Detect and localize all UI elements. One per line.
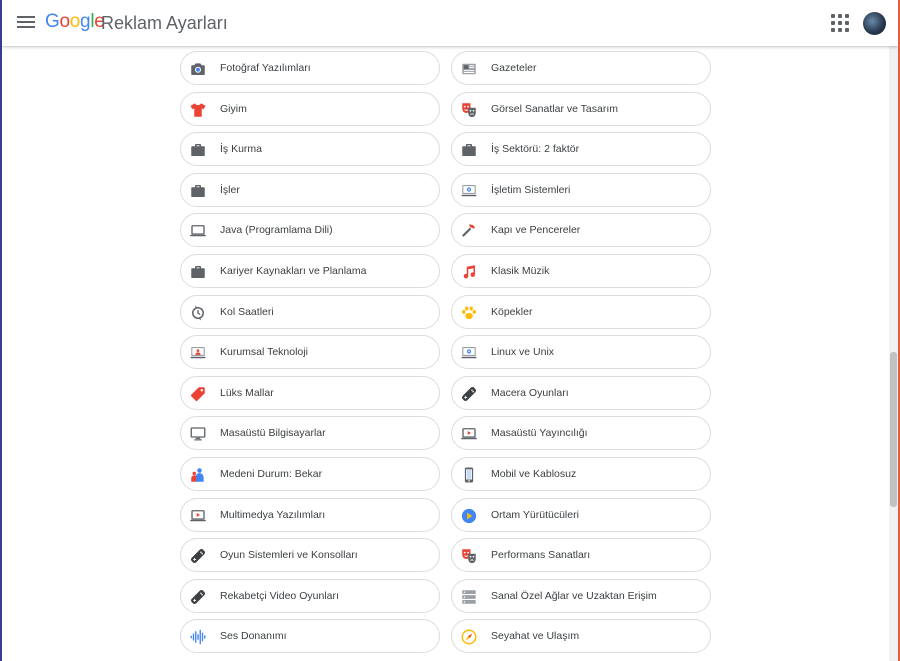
briefcase-icon xyxy=(189,182,207,200)
topic-label: Kol Saatleri xyxy=(220,306,274,318)
topic-chip[interactable]: Medeni Durum: Bekar xyxy=(180,457,440,491)
topic-chip[interactable]: Masaüstü Yayıncılığı xyxy=(451,416,711,450)
topic-label: Klasik Müzik xyxy=(491,265,550,277)
topic-chip[interactable]: Multimedya Yazılımları xyxy=(180,498,440,532)
compass-icon xyxy=(460,628,478,646)
topic-chip[interactable]: İş Kurma xyxy=(180,132,440,166)
theater-masks-icon xyxy=(460,101,478,119)
avatar[interactable] xyxy=(863,12,886,35)
server-icon xyxy=(460,588,478,606)
gamepad-icon xyxy=(460,385,478,403)
topic-label: Köpekler xyxy=(491,306,533,318)
soundwave-icon xyxy=(189,628,207,646)
topic-label: Lüks Mallar xyxy=(220,387,274,399)
topic-chip[interactable]: Kapı ve Pencereler xyxy=(451,213,711,247)
topic-label: Mobil ve Kablosuz xyxy=(491,468,577,480)
computer-person-icon xyxy=(189,344,207,362)
topic-label: Gazeteler xyxy=(491,62,537,74)
topic-label: Kurumsal Teknoloji xyxy=(220,346,308,358)
music-note-icon xyxy=(460,263,478,281)
newspaper-icon xyxy=(460,60,478,78)
gamepad-icon xyxy=(189,547,207,565)
page-title: Reklam Ayarları xyxy=(101,13,228,33)
monitor-icon xyxy=(189,425,207,443)
scrollbar-thumb[interactable] xyxy=(890,352,897,507)
topic-chip[interactable]: Seyahat ve Ulaşım xyxy=(451,619,711,653)
topic-label: İş Sektörü: 2 faktör xyxy=(491,143,580,155)
laptop-icon xyxy=(189,222,207,240)
topic-label: Java (Programlama Dili) xyxy=(220,224,333,236)
topic-chip[interactable]: Kurumsal Teknoloji xyxy=(180,335,440,369)
topic-label: Multimedya Yazılımları xyxy=(220,509,326,521)
topic-chip[interactable]: Rekabetçi Video Oyunları xyxy=(180,579,440,613)
google-logo[interactable]: Google xyxy=(45,11,105,33)
topic-label: Masaüstü Yayıncılığı xyxy=(491,427,588,439)
topic-label: Görsel Sanatlar ve Tasarım xyxy=(491,103,619,115)
menu-icon[interactable] xyxy=(16,13,36,33)
topic-chip[interactable]: Gazeteler xyxy=(451,51,711,85)
play-circle-icon xyxy=(460,507,478,525)
topic-chip[interactable]: Klasik Müzik xyxy=(451,254,711,288)
watch-icon xyxy=(189,304,207,322)
tag-icon xyxy=(189,385,207,403)
topic-chip[interactable]: Ortam Yürütücüleri xyxy=(451,498,711,532)
briefcase-icon xyxy=(189,263,207,281)
topic-label: Medeni Durum: Bekar xyxy=(220,468,323,480)
topic-chip[interactable]: Kariyer Kaynakları ve Planlama xyxy=(180,254,440,288)
topic-label: İş Kurma xyxy=(220,143,263,155)
topic-label: Sanal Özel Ağlar ve Uzaktan Erişim xyxy=(491,590,657,602)
hammer-icon xyxy=(460,222,478,240)
phone-icon xyxy=(460,466,478,484)
topic-chip[interactable]: Linux ve Unix xyxy=(451,335,711,369)
topic-label: Giyim xyxy=(220,103,247,115)
topic-chip[interactable]: Mobil ve Kablosuz xyxy=(451,457,711,491)
topic-label: Ortam Yürütücüleri xyxy=(491,509,579,521)
topic-label: İşler xyxy=(220,184,240,196)
topic-label: Oyun Sistemleri ve Konsolları xyxy=(220,549,358,561)
topic-chip[interactable]: Giyim xyxy=(180,92,440,126)
browser-window: Google Reklam Ayarları Fotoğraf Yazılıml… xyxy=(2,0,898,661)
topic-chip[interactable]: Macera Oyunları xyxy=(451,376,711,410)
topic-label: Rekabetçi Video Oyunları xyxy=(220,590,339,602)
topic-chip[interactable]: İşletim Sistemleri xyxy=(451,173,711,207)
topic-chip[interactable]: Görsel Sanatlar ve Tasarım xyxy=(451,92,711,126)
gamepad-icon xyxy=(189,588,207,606)
topic-chip[interactable]: Lüks Mallar xyxy=(180,376,440,410)
camera-icon xyxy=(189,60,207,78)
topic-label: Fotoğraf Yazılımları xyxy=(220,62,311,74)
topic-chip[interactable]: Java (Programlama Dili) xyxy=(180,213,440,247)
tshirt-icon xyxy=(189,101,207,119)
briefcase-icon xyxy=(460,141,478,159)
person-icon xyxy=(189,466,207,484)
topic-chip[interactable]: Kol Saatleri xyxy=(180,295,440,329)
topic-label: Ses Donanımı xyxy=(220,630,287,642)
topic-label: Kariyer Kaynakları ve Planlama xyxy=(220,265,367,277)
topic-chip[interactable]: Köpekler xyxy=(451,295,711,329)
topic-chip[interactable]: İş Sektörü: 2 faktör xyxy=(451,132,711,166)
topic-chip[interactable]: Masaüstü Bilgisayarlar xyxy=(180,416,440,450)
apps-grid-icon[interactable] xyxy=(831,14,849,32)
laptop-play-icon xyxy=(460,425,478,443)
topic-label: Seyahat ve Ulaşım xyxy=(491,630,580,642)
briefcase-icon xyxy=(189,141,207,159)
topic-chip[interactable]: Ses Donanımı xyxy=(180,619,440,653)
topic-label: İşletim Sistemleri xyxy=(491,184,571,196)
topic-chip[interactable]: Oyun Sistemleri ve Konsolları xyxy=(180,538,440,572)
topic-label: Linux ve Unix xyxy=(491,346,555,358)
topic-chip[interactable]: Sanal Özel Ağlar ve Uzaktan Erişim xyxy=(451,579,711,613)
topic-label: Macera Oyunları xyxy=(491,387,569,399)
topic-label: Kapı ve Pencereler xyxy=(491,224,581,236)
laptop-play-icon xyxy=(189,507,207,525)
computer-gear-icon xyxy=(460,344,478,362)
topic-label: Masaüstü Bilgisayarlar xyxy=(220,427,326,439)
app-bar: Google Reklam Ayarları xyxy=(2,0,898,46)
paw-icon xyxy=(460,304,478,322)
topic-chip[interactable]: Fotoğraf Yazılımları xyxy=(180,51,440,85)
topic-chip[interactable]: Performans Sanatları xyxy=(451,538,711,572)
topic-chip[interactable]: İşler xyxy=(180,173,440,207)
topic-label: Performans Sanatları xyxy=(491,549,591,561)
theater-masks-icon xyxy=(460,547,478,565)
computer-gear-icon xyxy=(460,182,478,200)
